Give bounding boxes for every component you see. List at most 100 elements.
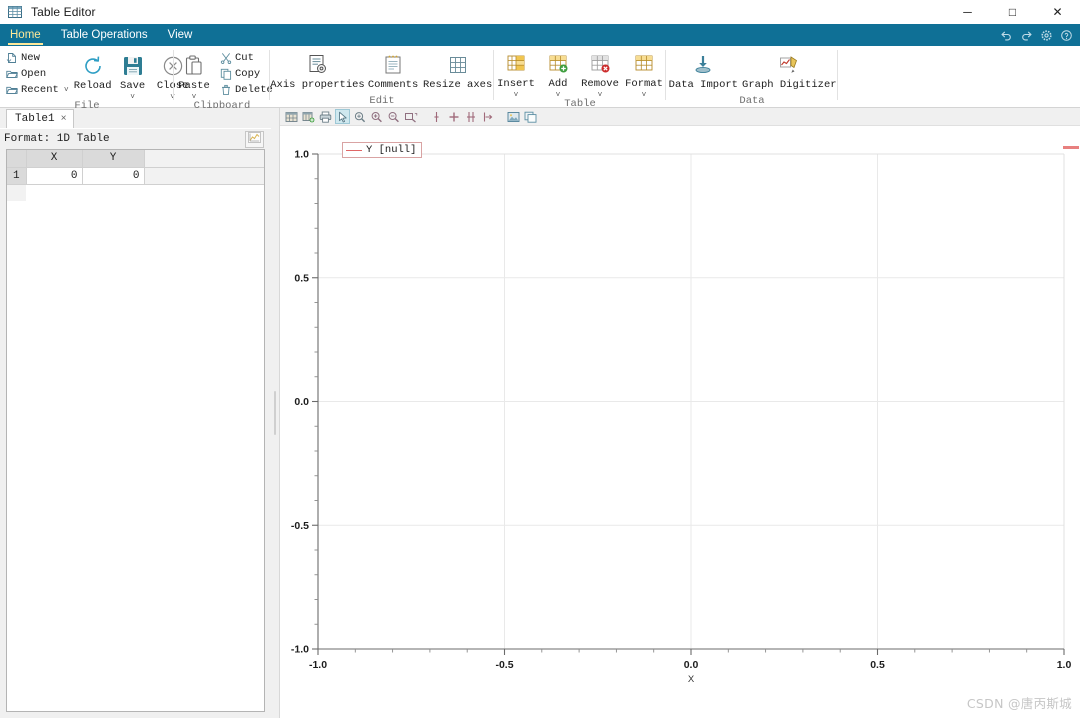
insert-caret-icon[interactable]: ˅ xyxy=(514,91,519,99)
maximize-button[interactable]: □ xyxy=(990,0,1035,24)
resize-axes-icon xyxy=(445,52,471,78)
svg-text:-1.0: -1.0 xyxy=(291,644,309,656)
image-export-icon[interactable] xyxy=(506,109,521,124)
ribbon-tab-table-operations[interactable]: Table Operations xyxy=(51,24,158,46)
zoom-out-icon[interactable] xyxy=(386,109,401,124)
save-plot-icon[interactable] xyxy=(301,109,316,124)
plot-toolbar xyxy=(280,108,1080,126)
paste-caret-icon[interactable]: ˅ xyxy=(192,93,197,101)
help-icon[interactable] xyxy=(1060,29,1073,42)
splitter-handle[interactable] xyxy=(274,391,276,435)
recent-caret-icon[interactable]: ˅ xyxy=(64,86,69,95)
save-disk-icon xyxy=(120,53,146,79)
chart-preview-button[interactable] xyxy=(245,130,264,148)
graph-digitizer-button[interactable]: Graph Digitizer xyxy=(741,52,838,91)
reload-button[interactable]: Reload xyxy=(73,49,113,92)
paste-button[interactable]: Paste ˅ xyxy=(174,49,214,101)
save-caret-icon[interactable]: ˅ xyxy=(130,93,135,101)
pointer-select-icon[interactable] xyxy=(335,109,350,124)
minimize-button[interactable]: ─ xyxy=(945,0,990,24)
document-tab-label: Table1 xyxy=(15,113,55,125)
print-icon[interactable] xyxy=(318,109,333,124)
cell-y-1[interactable]: 0 xyxy=(82,167,145,185)
column-header-x[interactable]: X xyxy=(26,150,83,168)
row-header-1[interactable]: 1 xyxy=(7,167,27,185)
ribbon-tab-view[interactable]: View xyxy=(158,24,203,46)
row-filler-1 xyxy=(144,167,264,185)
recent-button[interactable]: Recent ˅ xyxy=(6,83,69,97)
document-tab-close-icon[interactable]: × xyxy=(61,114,67,125)
plot-legend[interactable]: Y [null] xyxy=(342,142,423,158)
cut-button-label: Cut xyxy=(235,52,254,64)
insert-button-label: Insert xyxy=(497,78,535,90)
paste-button-label: Paste xyxy=(178,80,210,92)
open-button[interactable]: Open xyxy=(6,67,69,81)
remove-button-label: Remove xyxy=(581,78,619,90)
save-button[interactable]: Save ˅ xyxy=(113,49,153,101)
pan-icon[interactable] xyxy=(352,109,367,124)
ribbon-group-edit: Axis properties Comments Resize axes Edi… xyxy=(270,46,494,108)
add-caret-icon[interactable]: ˅ xyxy=(556,91,561,99)
table-corner-cell[interactable] xyxy=(7,150,27,168)
data-import-icon xyxy=(690,52,716,78)
data-table-container[interactable]: X Y 1 0 0 xyxy=(6,149,265,712)
plot-area[interactable]: Y [null] -1.0 -0.5 0.0 0.5 1.0 -1.0 -0.5 0.0 0.5… xyxy=(280,126,1080,718)
format-button[interactable]: Format ˅ xyxy=(622,51,666,99)
insert-button[interactable]: Insert ˅ xyxy=(494,51,538,99)
copy-plot-icon[interactable] xyxy=(523,109,538,124)
remove-caret-icon[interactable]: ˅ xyxy=(598,91,603,99)
column-header-y[interactable]: Y xyxy=(82,150,145,168)
pane-splitter[interactable] xyxy=(271,108,279,718)
remove-button[interactable]: Remove ˅ xyxy=(578,51,622,99)
zoom-in-icon[interactable] xyxy=(369,109,384,124)
redo-icon[interactable] xyxy=(1020,29,1033,42)
ribbon-tab-home[interactable]: Home xyxy=(0,24,51,46)
copy-button[interactable]: Copy xyxy=(220,67,273,81)
axis-properties-icon xyxy=(304,52,330,78)
data-import-button[interactable]: Data Import xyxy=(666,52,741,91)
main-content: Table1 × Format: 1D Table X Y 1 0 0 Y [n… xyxy=(0,108,1080,718)
new-button[interactable]: New xyxy=(6,51,69,65)
clipboard-small-commands: Cut Copy Delete xyxy=(214,49,277,97)
axis-properties-button[interactable]: Axis properties xyxy=(270,52,365,91)
marker-pair-icon[interactable] xyxy=(463,109,478,124)
zoom-region-icon[interactable] xyxy=(403,109,418,124)
plot-canvas[interactable]: -1.0 -0.5 0.0 0.5 1.0 -1.0 -0.5 0.0 0.5 1.0 X xyxy=(280,126,1080,704)
format-table-icon xyxy=(631,51,657,77)
new-button-label: New xyxy=(21,52,40,64)
copy-icon xyxy=(220,68,232,80)
ribbon-tab-bar: Home Table Operations View xyxy=(0,24,1080,46)
comments-button[interactable]: Comments xyxy=(365,52,421,91)
undo-icon[interactable] xyxy=(1000,29,1013,42)
svg-text:0.0: 0.0 xyxy=(294,396,309,408)
format-caret-icon[interactable]: ˅ xyxy=(642,91,647,99)
document-tab-table1[interactable]: Table1 × xyxy=(6,109,74,128)
close-button[interactable]: ✕ xyxy=(1035,0,1080,24)
svg-text:0.0: 0.0 xyxy=(684,659,699,671)
delete-button[interactable]: Delete xyxy=(220,83,273,97)
insert-table-icon xyxy=(503,51,529,77)
add-button[interactable]: Add ˅ xyxy=(538,51,578,99)
trash-icon xyxy=(220,84,232,96)
cut-button[interactable]: Cut xyxy=(220,51,273,65)
remove-table-icon xyxy=(587,51,613,77)
marker-arrow-icon[interactable] xyxy=(480,109,495,124)
resize-axes-button[interactable]: Resize axes xyxy=(421,52,494,91)
open-button-label: Open xyxy=(21,68,47,80)
table-empty-cells xyxy=(26,184,264,201)
svg-text:1.0: 1.0 xyxy=(294,149,309,161)
table-row[interactable]: 1 0 0 xyxy=(7,167,264,185)
cell-x-1[interactable]: 0 xyxy=(26,167,83,185)
new-document-icon xyxy=(6,52,18,64)
ribbon-group-data: Data Import Graph Digitizer Data xyxy=(666,46,838,108)
svg-text:0.5: 0.5 xyxy=(294,272,309,284)
watermark-text: CSDN @唐丙斯城 xyxy=(966,696,1072,711)
quick-access-toolbar xyxy=(1000,24,1080,46)
save-button-label: Save xyxy=(120,80,146,92)
new-plot-icon[interactable] xyxy=(284,109,299,124)
gear-icon[interactable] xyxy=(1040,29,1053,42)
marker-cross-icon[interactable] xyxy=(446,109,461,124)
marker-single-icon[interactable] xyxy=(429,109,444,124)
resize-axes-button-label: Resize axes xyxy=(422,79,493,91)
data-import-button-label: Data Import xyxy=(668,79,738,91)
